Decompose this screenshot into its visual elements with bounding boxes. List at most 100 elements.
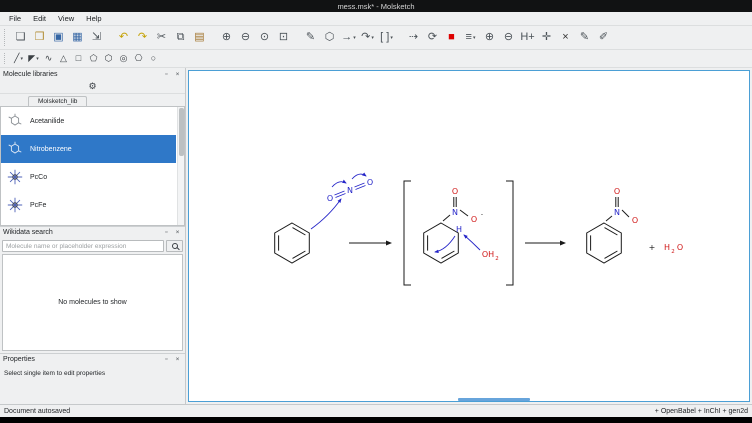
ring-8-button[interactable]: ○ (147, 52, 160, 66)
chain-tool-button[interactable]: ∿ (42, 52, 55, 66)
menu-help[interactable]: Help (80, 13, 107, 24)
undo-icon: ↶ (119, 32, 128, 43)
cut-button[interactable]: ✂ (153, 28, 170, 47)
ring-4-button[interactable]: □ (72, 52, 85, 66)
bracket-tool-dropdown-icon[interactable]: ▾ (390, 35, 393, 41)
wedge-bond-dropdown-icon[interactable]: ▾ (36, 56, 39, 62)
aromatic-ring-icon: ◎ (120, 54, 128, 63)
reaction-arrow-dropdown-icon[interactable]: ▾ (353, 35, 356, 41)
float-icon[interactable]: ▫ (162, 70, 171, 79)
ring-tool-button[interactable]: ⬡ (321, 28, 338, 47)
menu-edit[interactable]: Edit (27, 13, 52, 24)
open-file-icon: ❒ (35, 32, 45, 43)
menu-bar: FileEditViewHelp (0, 12, 752, 26)
benzene-reactant[interactable] (275, 223, 310, 263)
wikidata-dock-title: Wikidata search (3, 229, 53, 236)
line-width-dropdown-icon[interactable]: ▾ (473, 35, 476, 41)
close-icon[interactable]: × (173, 355, 182, 364)
zoom-fit-button[interactable]: ⊡ (275, 28, 292, 47)
color-picker-button[interactable]: ■ (443, 28, 460, 47)
zoom-out-button[interactable]: ⊖ (237, 28, 254, 47)
charge-increase-icon: ⊕ (485, 32, 494, 43)
rotate-tool-button[interactable]: ⟳ (424, 28, 441, 47)
paste-button[interactable]: ▤ (191, 28, 208, 47)
library-item-acetanilide[interactable]: Acetanilide (1, 107, 176, 135)
highlight-tool-button[interactable]: ✐ (595, 28, 612, 47)
pen-tool-icon: ✎ (580, 32, 589, 43)
arenium-intermediate-ring[interactable] (424, 223, 459, 263)
nitrobenzene-product[interactable] (587, 223, 622, 263)
ring-tool-icon: ⬡ (325, 32, 335, 43)
curved-arrow-button[interactable]: ↷▾ (359, 28, 376, 47)
product-nitro-group[interactable]: N O O (614, 187, 638, 225)
move-tool-icon: ✛ (542, 32, 551, 43)
library-item-pcfe[interactable]: PcFe (1, 191, 176, 219)
save-as-button[interactable]: ▦ (69, 28, 86, 47)
bond-type-dropdown-icon[interactable]: ▾ (20, 56, 23, 62)
save-button[interactable]: ▣ (50, 28, 67, 47)
arenium-nitro-group[interactable]: N O O - H (452, 187, 483, 234)
zoom-original-button[interactable]: ⊙ (256, 28, 273, 47)
redo-button[interactable]: ↷ (134, 28, 151, 47)
curved-arrow-dropdown-icon[interactable]: ▾ (371, 35, 374, 41)
water-product[interactable]: H 2 O (664, 243, 683, 255)
charge-decrease-button[interactable]: ⊖ (500, 28, 517, 47)
toolbar-handle[interactable] (4, 53, 8, 65)
open-file-button[interactable]: ❒ (31, 28, 48, 47)
ring-5-button[interactable]: ⬠ (87, 52, 100, 66)
reaction-arrow-button[interactable]: →▾ (340, 28, 357, 47)
ring-6-button[interactable]: ⬡ (102, 52, 115, 66)
libraries-dock-title: Molecule libraries (3, 71, 57, 78)
search-button[interactable] (166, 240, 183, 252)
copy-icon: ⧉ (177, 32, 185, 43)
library-scrollbar[interactable] (177, 107, 184, 225)
aromatic-ring-button[interactable]: ◎ (117, 52, 130, 66)
mechanism-tool-button[interactable]: ⇢ (405, 28, 422, 47)
float-icon[interactable]: ▫ (162, 228, 171, 237)
scrollbar-thumb[interactable] (179, 108, 184, 156)
nitronium-ion[interactable]: O N O (327, 178, 373, 203)
ring-7-button[interactable]: ⎔ (132, 52, 145, 66)
cut-icon: ✂ (157, 32, 166, 43)
library-item-pcco[interactable]: PcCo (1, 163, 176, 191)
draw-mode-button[interactable]: ✎ (302, 28, 319, 47)
new-document-button[interactable]: ❏ (12, 28, 29, 47)
float-icon[interactable]: ▫ (162, 355, 171, 364)
export-image-button[interactable]: ⇲ (88, 28, 105, 47)
line-width-button[interactable]: ≡▾ (462, 28, 479, 47)
bracket-tool-button[interactable]: [ ]▾ (378, 28, 395, 47)
zoom-in-button[interactable]: ⊕ (218, 28, 235, 47)
ring-5-icon: ⬠ (90, 54, 98, 63)
menu-file[interactable]: File (3, 13, 27, 24)
properties-dock: Properties ▫ × Select single item to edi… (0, 353, 185, 404)
mechanism-tool-icon: ⇢ (409, 32, 418, 43)
search-input[interactable] (2, 240, 164, 252)
drawing-canvas[interactable]: O N O N O O - H OH 2 (188, 70, 750, 402)
library-item-nitrobenzene[interactable]: Nitrobenzene (1, 135, 176, 163)
molecule-icon (4, 138, 26, 160)
close-icon[interactable]: × (173, 70, 182, 79)
canvas-hscrollbar[interactable] (458, 398, 530, 401)
library-settings-button[interactable]: ⚙ (84, 81, 101, 93)
delete-item-button[interactable]: × (557, 28, 574, 47)
right-bracket[interactable] (506, 181, 513, 285)
wikidata-results: No molecules to show (2, 254, 183, 351)
left-bracket[interactable] (404, 181, 411, 285)
hydrogen-increase-button[interactable]: H+ (519, 28, 536, 47)
bond-type-button[interactable]: ╱▾ (12, 52, 25, 66)
atom-label-o: O (677, 243, 683, 252)
highlight-tool-icon: ✐ (599, 32, 608, 43)
close-icon[interactable]: × (173, 228, 182, 237)
water-nucleophile[interactable]: OH 2 (482, 250, 499, 262)
move-tool-button[interactable]: ✛ (538, 28, 555, 47)
menu-view[interactable]: View (52, 13, 80, 24)
wedge-bond-button[interactable]: ◤▾ (27, 52, 40, 66)
atom-label-n: N (614, 208, 620, 217)
toolbar-handle[interactable] (4, 29, 8, 45)
charge-increase-button[interactable]: ⊕ (481, 28, 498, 47)
pen-tool-button[interactable]: ✎ (576, 28, 593, 47)
undo-button[interactable]: ↶ (115, 28, 132, 47)
ring-3-button[interactable]: △ (57, 52, 70, 66)
copy-button[interactable]: ⧉ (172, 28, 189, 47)
tab-molsketch-lib[interactable]: Molsketch_lib (28, 96, 87, 106)
